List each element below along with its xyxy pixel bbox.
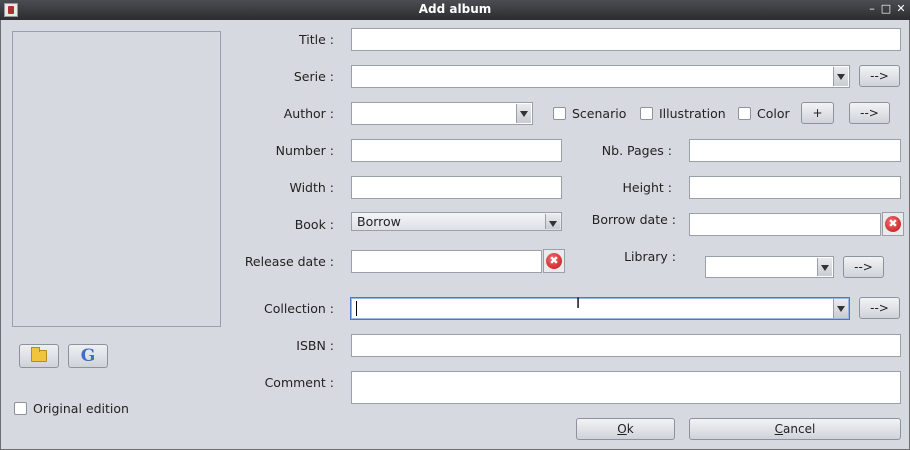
chevron-down-icon[interactable] xyxy=(545,214,560,229)
width-label: Width : xyxy=(289,180,334,195)
isbn-input[interactable] xyxy=(351,334,901,357)
ok-button[interactable]: Ok xyxy=(576,418,675,440)
nb-pages-input[interactable] xyxy=(689,139,901,162)
google-search-button[interactable]: G xyxy=(68,344,108,368)
scenario-checkbox[interactable]: Scenario xyxy=(553,106,626,121)
library-label: Library : xyxy=(624,249,676,264)
library-goto-button[interactable]: --> xyxy=(843,256,884,278)
clear-release-date-button[interactable]: ✖ xyxy=(543,249,565,273)
ok-label-rest: k xyxy=(626,422,634,436)
clear-icon: ✖ xyxy=(546,253,562,269)
illustration-checkbox[interactable]: Illustration xyxy=(640,106,726,121)
ok-mnemonic: O xyxy=(617,422,627,436)
book-label: Book : xyxy=(294,217,334,232)
collection-goto-button[interactable]: --> xyxy=(859,297,900,319)
author-goto-button[interactable]: --> xyxy=(849,102,890,124)
original-edition-checkbox[interactable]: Original edition xyxy=(14,401,129,416)
cover-image-area[interactable] xyxy=(12,31,221,327)
library-combo[interactable] xyxy=(705,256,834,278)
clear-icon: ✖ xyxy=(885,216,901,232)
release-date-input[interactable] xyxy=(351,250,542,273)
author-label: Author : xyxy=(283,106,334,121)
collection-combo[interactable] xyxy=(350,297,850,320)
serie-goto-button[interactable]: --> xyxy=(859,65,900,87)
folder-icon xyxy=(31,347,47,362)
comment-textarea[interactable] xyxy=(351,371,901,404)
window-title: Add album xyxy=(418,2,492,16)
number-label: Number : xyxy=(275,143,334,158)
borrow-date-input[interactable] xyxy=(689,213,881,236)
collection-label: Collection : xyxy=(263,301,334,316)
serie-label: Serie : xyxy=(293,69,334,84)
comment-label: Comment : xyxy=(264,375,334,390)
text-caret xyxy=(356,301,357,316)
color-label: Color xyxy=(757,106,790,121)
scenario-label: Scenario xyxy=(572,106,627,121)
cancel-mnemonic: C xyxy=(774,422,784,436)
maximize-button[interactable]: □ xyxy=(880,2,892,16)
release-date-label: Release date : xyxy=(244,254,334,269)
title-bar: Add album – □ ✕ xyxy=(0,0,910,20)
add-author-button[interactable]: + xyxy=(801,102,834,124)
chevron-down-icon[interactable] xyxy=(516,104,531,123)
cancel-label-rest: ancel xyxy=(783,422,816,436)
original-edition-label: Original edition xyxy=(33,401,129,416)
serie-combo[interactable] xyxy=(351,65,850,88)
color-checkbox[interactable]: Color xyxy=(738,106,790,121)
book-select[interactable]: Borrow xyxy=(351,212,562,231)
checkbox-box[interactable] xyxy=(553,107,566,120)
height-input[interactable] xyxy=(689,176,901,199)
text-cursor-icon: I xyxy=(576,296,581,312)
clear-borrow-date-button[interactable]: ✖ xyxy=(882,212,904,236)
book-select-value: Borrow xyxy=(357,214,401,229)
checkbox-box[interactable] xyxy=(640,107,653,120)
chevron-down-icon[interactable] xyxy=(833,299,848,318)
illustration-label: Illustration xyxy=(659,106,726,121)
google-icon: G xyxy=(80,346,96,366)
minimize-button[interactable]: – xyxy=(866,2,878,16)
author-combo[interactable] xyxy=(351,102,533,125)
chevron-down-icon[interactable] xyxy=(833,67,848,86)
cancel-button[interactable]: Cancel xyxy=(689,418,901,440)
nb-pages-label: Nb. Pages : xyxy=(601,143,672,158)
isbn-label: ISBN : xyxy=(296,338,334,353)
width-input[interactable] xyxy=(351,176,562,199)
checkbox-box[interactable] xyxy=(14,402,27,415)
chevron-down-icon[interactable] xyxy=(817,258,832,276)
title-label: Title : xyxy=(299,32,334,47)
borrow-date-label: Borrow date : xyxy=(591,212,676,227)
height-label: Height : xyxy=(622,180,672,195)
close-button[interactable]: ✕ xyxy=(895,2,907,16)
checkbox-box[interactable] xyxy=(738,107,751,120)
open-file-button[interactable] xyxy=(19,344,59,368)
number-input[interactable] xyxy=(351,139,562,162)
title-input[interactable] xyxy=(351,28,901,51)
